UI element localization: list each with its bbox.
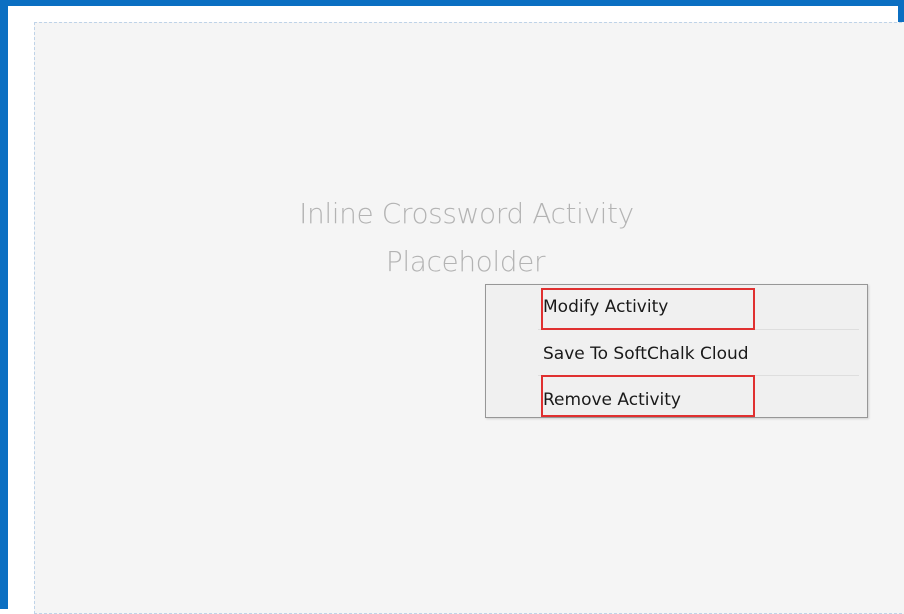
highlight-box-remove-activity — [541, 375, 755, 417]
placeholder-title: Inline Crossword Activity — [299, 197, 634, 230]
menu-item-save-to-softchalk-cloud[interactable]: Save To SoftChalk Cloud — [543, 332, 749, 376]
placeholder-subtitle: Placeholder — [385, 245, 546, 278]
highlight-box-modify-activity — [541, 288, 755, 330]
placeholder-text: Inline Crossword Activity Placeholder — [35, 190, 904, 286]
